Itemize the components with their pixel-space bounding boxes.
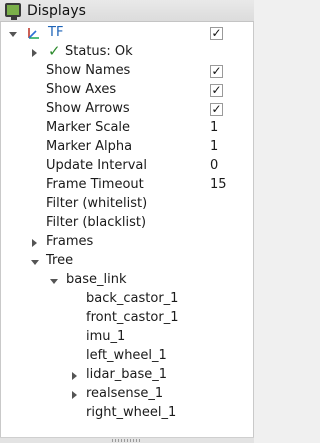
property-row-show-axes[interactable]: Show Axes ✓ [1, 81, 253, 100]
tree-label: Tree [46, 253, 74, 268]
frame-timeout-value[interactable]: 15 [210, 177, 227, 192]
property-row-show-arrows[interactable]: Show Arrows ✓ [1, 100, 253, 119]
expand-arrow-right-icon[interactable] [72, 372, 77, 380]
tree-row-status[interactable]: ✓ Status: Ok [1, 42, 253, 62]
frame-label: imu_1 [86, 329, 126, 344]
tree-row-base-link[interactable]: base_link [1, 271, 253, 290]
property-row-marker-alpha[interactable]: Marker Alpha 1 [1, 138, 253, 157]
tf-axes-icon [28, 28, 39, 39]
expand-arrow-right-icon[interactable] [32, 49, 37, 57]
window-title: Displays [27, 3, 86, 19]
displays-tree-panel[interactable]: TF ✓ ✓ Status: Ok Show Names ✓ Show Axes… [0, 22, 254, 437]
expand-arrow-down-icon[interactable] [9, 32, 17, 37]
tree-row-tf[interactable]: TF ✓ [1, 24, 253, 43]
tree-row-frame[interactable]: lidar_base_1 [1, 366, 253, 385]
tree-row-frame[interactable]: left_wheel_1 [1, 347, 253, 366]
property-label: Marker Alpha [46, 139, 133, 154]
tree-row-tree[interactable]: Tree [1, 252, 253, 271]
frame-label: left_wheel_1 [86, 348, 167, 363]
frame-label: realsense_1 [86, 386, 164, 401]
tree-row-frames[interactable]: Frames [1, 233, 253, 252]
tree-row-frame[interactable]: imu_1 [1, 328, 253, 347]
tf-enabled-checkbox[interactable]: ✓ [210, 27, 223, 40]
property-label: Filter (whitelist) [46, 196, 148, 211]
property-row-filter-whitelist[interactable]: Filter (whitelist) [1, 195, 253, 214]
property-label: Update Interval [46, 158, 147, 173]
property-label: Show Names [46, 63, 131, 78]
resize-grip-icon [112, 439, 142, 442]
show-names-checkbox[interactable]: ✓ [210, 65, 223, 78]
frame-label: back_castor_1 [86, 291, 179, 306]
expand-arrow-down-icon[interactable] [31, 260, 39, 265]
status-ok-check-icon: ✓ [48, 42, 61, 60]
tree-row-frame[interactable]: right_wheel_1 [1, 404, 253, 423]
show-arrows-checkbox[interactable]: ✓ [210, 103, 223, 116]
frames-label: Frames [46, 234, 94, 249]
property-row-marker-scale[interactable]: Marker Scale 1 [1, 119, 253, 138]
tree-root-label: base_link [66, 272, 127, 287]
property-row-update-interval[interactable]: Update Interval 0 [1, 157, 253, 176]
expand-arrow-down-icon[interactable] [50, 279, 58, 284]
property-row-show-names[interactable]: Show Names ✓ [1, 62, 253, 81]
expand-arrow-right-icon[interactable] [72, 391, 77, 399]
property-row-frame-timeout[interactable]: Frame Timeout 15 [1, 176, 253, 195]
property-label: Marker Scale [46, 120, 131, 135]
monitor-icon [5, 3, 21, 20]
tree-row-frame[interactable]: front_castor_1 [1, 309, 253, 328]
frame-label: right_wheel_1 [86, 405, 177, 420]
property-row-filter-blacklist[interactable]: Filter (blacklist) [1, 214, 253, 233]
property-label: Show Axes [46, 82, 117, 97]
panel-resize-handle[interactable] [0, 437, 254, 443]
displays-title-bar: Displays [0, 0, 254, 22]
property-label: Filter (blacklist) [46, 215, 147, 230]
tf-label: TF [48, 25, 64, 40]
show-axes-checkbox[interactable]: ✓ [210, 84, 223, 97]
tree-row-frame[interactable]: realsense_1 [1, 385, 253, 404]
marker-scale-value[interactable]: 1 [210, 120, 218, 135]
frame-label: lidar_base_1 [86, 367, 168, 382]
property-label: Frame Timeout [46, 177, 144, 192]
tree-row-frame[interactable]: back_castor_1 [1, 290, 253, 309]
marker-alpha-value[interactable]: 1 [210, 139, 218, 154]
frame-label: front_castor_1 [86, 310, 179, 325]
expand-arrow-right-icon[interactable] [32, 239, 37, 247]
status-label: Status: Ok [65, 44, 133, 59]
property-label: Show Arrows [46, 101, 130, 116]
update-interval-value[interactable]: 0 [210, 158, 218, 173]
